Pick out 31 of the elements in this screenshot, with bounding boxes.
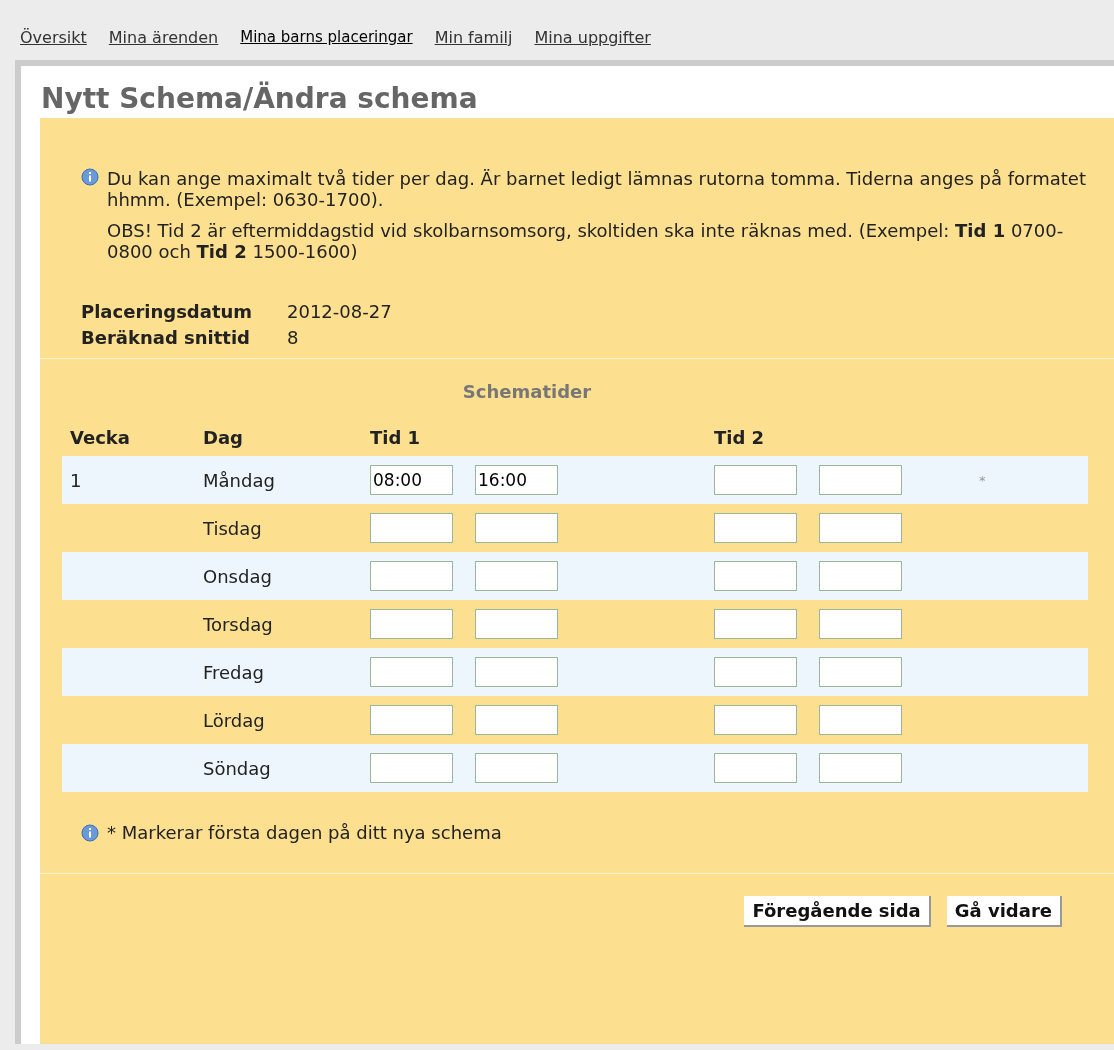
detail-value: 8 (287, 328, 300, 348)
first-day-marker: * (979, 472, 987, 488)
page-title: Nytt Schema/Ändra schema (40, 82, 479, 117)
column-header: Tid 1 (370, 426, 422, 448)
nav-button[interactable]: Föregående sida (744, 896, 931, 927)
column-header: Tid 2 (714, 426, 766, 448)
detail-value: 2012-08-27 (287, 302, 393, 322)
nav-link[interactable]: Mina barns placeringar (240, 28, 413, 60)
day-cell-text: Onsdag (203, 565, 273, 587)
nav-link[interactable]: Min familj (434, 28, 513, 60)
time-input[interactable]: 08:00 (370, 465, 453, 495)
nav-link[interactable]: Mina ärenden (108, 28, 219, 60)
day-cell-text: Måndag (203, 469, 276, 491)
footnote-text: * Markerar första dagen på ditt nya schema (107, 822, 502, 843)
day-cell-text: Tisdag (203, 517, 263, 539)
nav-button[interactable]: Gå vidare (946, 896, 1062, 927)
day-cell-text: Söndag (203, 757, 272, 779)
nav-link[interactable]: Översikt (20, 28, 87, 60)
nav-link[interactable]: Mina uppgifter (534, 28, 651, 60)
detail-label: Placeringsdatum (81, 302, 254, 322)
time-input[interactable]: 16:00 (475, 465, 558, 495)
detail-label: Beräknad snittid (81, 328, 251, 348)
column-header: Dag (203, 426, 244, 448)
week-cell-text: 1 (70, 469, 83, 491)
day-cell-text: Fredag (203, 661, 265, 683)
info-text: OBS! Tid 2 är eftermiddagstid vid skolbarnsomsorg, skoltiden ska inte räknas med. (Exempel: Tid 1 0700-0800 och Tid 2 1500-1600) (107, 220, 1065, 262)
section-heading: Schematider (461, 380, 593, 404)
day-cell-text: Lördag (203, 709, 266, 731)
day-cell-text: Torsdag (203, 613, 274, 635)
column-header: Vecka (70, 426, 131, 448)
info-text: Du kan ange maximalt två tider per dag. Är barnet ledigt lämnas rutorna tomma. Tiderna anges på formatet hhmm. (Exempel: 0630-1700). (107, 168, 1087, 210)
